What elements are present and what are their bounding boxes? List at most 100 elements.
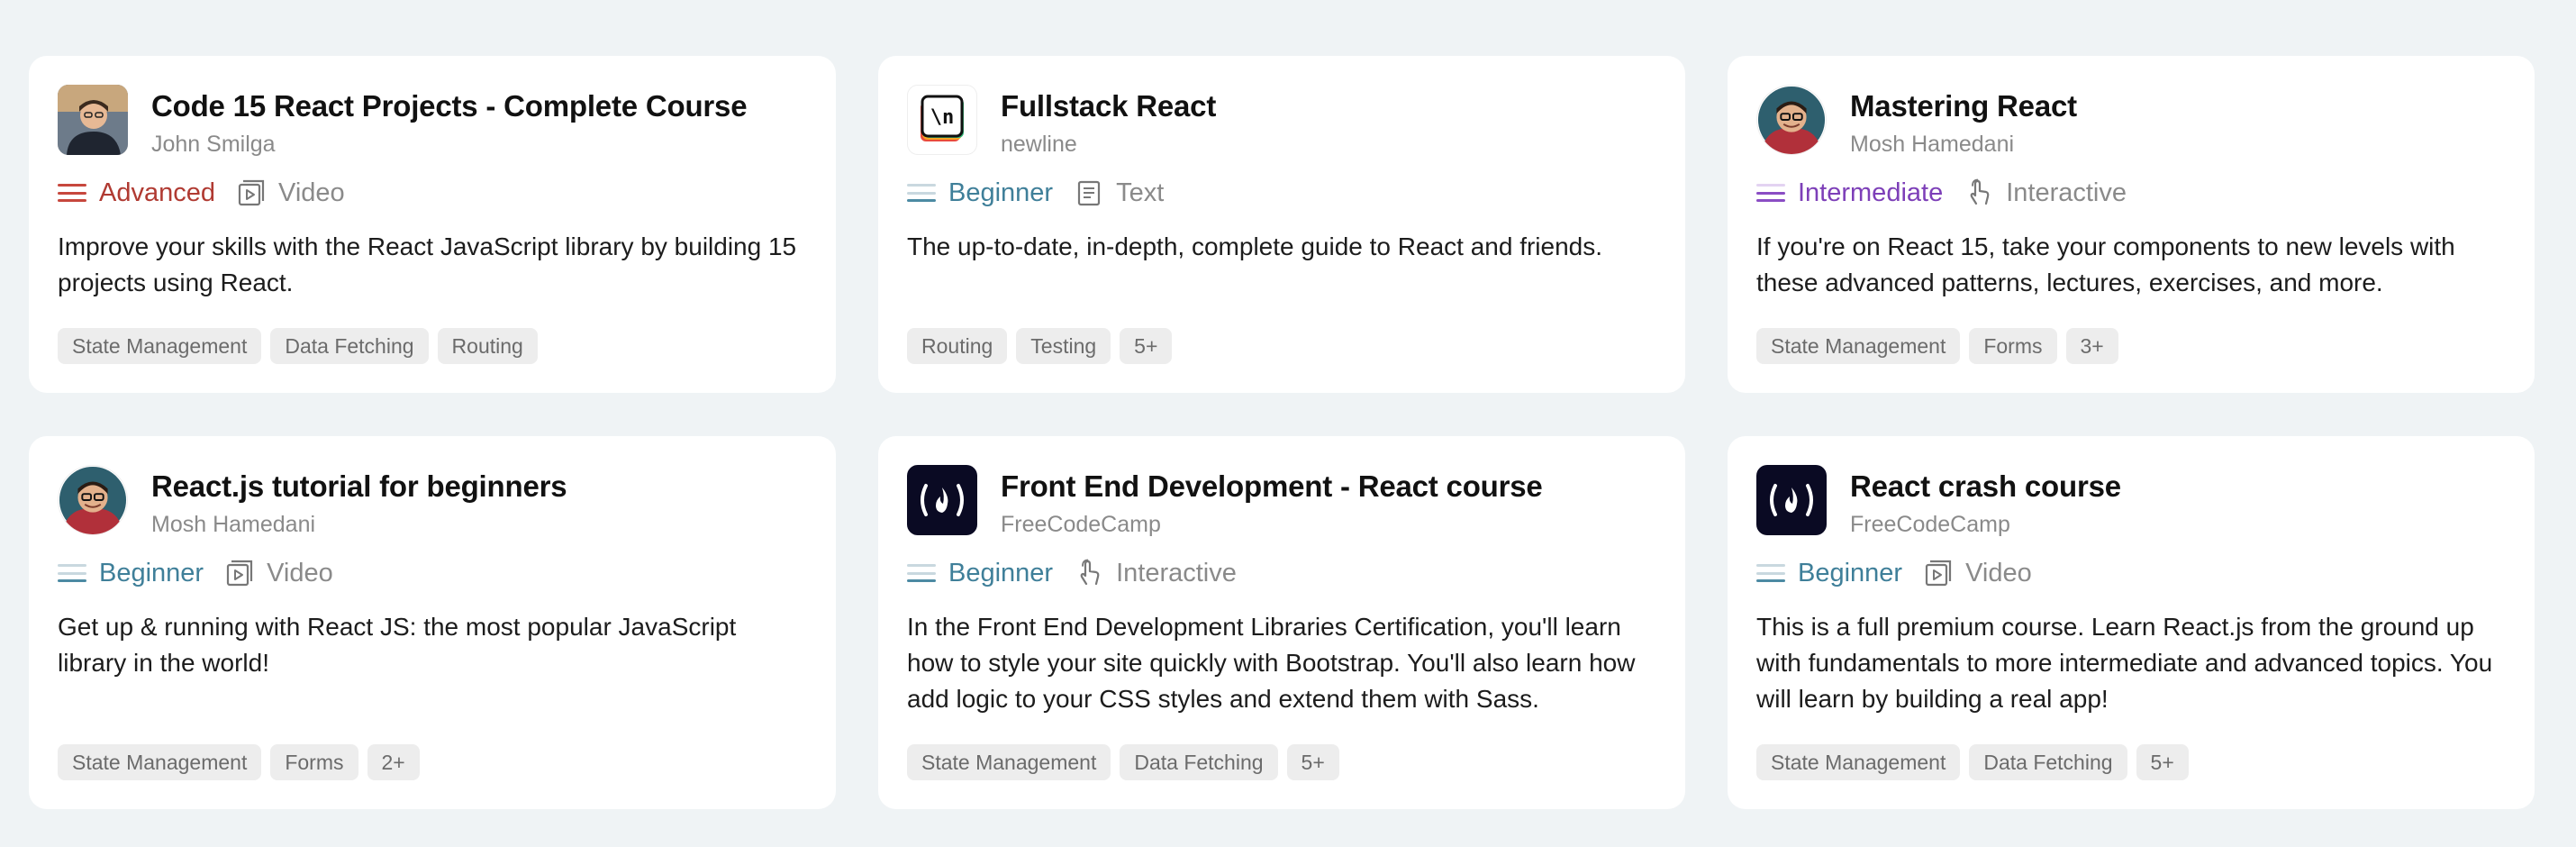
course-card[interactable]: Mastering React Mosh Hamedani Intermedia… <box>1728 56 2535 393</box>
level-badge: Intermediate <box>1756 178 1943 208</box>
card-header: Front End Development - React course Fre… <box>907 465 1656 541</box>
level-bars-icon <box>907 184 936 202</box>
level-badge: Beginner <box>1756 559 1902 588</box>
tag[interactable]: Data Fetching <box>270 328 429 364</box>
person-avatar-icon <box>1757 86 1826 154</box>
tag[interactable]: Forms <box>270 744 358 780</box>
course-description: The up-to-date, in-depth, complete guide… <box>907 232 1603 260</box>
video-icon <box>1925 560 1952 587</box>
author-avatar <box>58 465 128 535</box>
format-label: Interactive <box>1116 558 1237 587</box>
course-card[interactable]: Code 15 React Projects - Complete Course… <box>29 56 836 393</box>
freecodecamp-logo <box>907 465 977 535</box>
person-avatar-icon <box>59 466 127 534</box>
tag-list: Routing Testing 5+ <box>907 328 1656 364</box>
level-label: Intermediate <box>1798 178 1944 207</box>
course-title[interactable]: React crash course <box>1850 467 2121 506</box>
tag-more[interactable]: 5+ <box>1120 328 1173 364</box>
format-badge: Interactive <box>1964 178 2127 208</box>
course-description: Get up & running with React JS: the most… <box>58 613 737 677</box>
course-title[interactable]: Mastering React <box>1850 87 2077 126</box>
pointer-hand-icon <box>1080 559 1100 586</box>
tag[interactable]: State Management <box>907 744 1111 780</box>
course-card[interactable]: Front End Development - React course Fre… <box>878 436 1685 809</box>
author-avatar <box>1756 85 1827 155</box>
course-card[interactable]: React crash course FreeCodeCamp Beginner… <box>1728 436 2535 809</box>
author-avatar <box>58 85 128 155</box>
newline-logo-icon: \n <box>921 95 964 141</box>
tag[interactable]: Data Fetching <box>1969 744 2127 780</box>
tag[interactable]: Routing <box>437 328 538 364</box>
level-bars-icon <box>58 564 86 582</box>
level-label: Beginner <box>1798 558 1903 587</box>
tag-more[interactable]: 5+ <box>2136 744 2189 780</box>
level-bars-icon <box>58 184 86 202</box>
course-meta: Beginner Video <box>1756 555 2506 591</box>
tag-more[interactable]: 2+ <box>367 744 420 780</box>
course-card[interactable]: React.js tutorial for beginners Mosh Ham… <box>29 436 836 809</box>
card-header: Code 15 React Projects - Complete Course… <box>58 85 807 160</box>
format-label: Video <box>267 558 333 587</box>
video-icon <box>226 560 253 587</box>
tag[interactable]: State Management <box>58 328 262 364</box>
format-label: Text <box>1116 178 1165 207</box>
course-title[interactable]: React.js tutorial for beginners <box>151 467 567 506</box>
card-header: Mastering React Mosh Hamedani <box>1756 85 2506 160</box>
format-label: Interactive <box>2006 178 2127 207</box>
level-label: Beginner <box>99 558 204 587</box>
format-badge: Video <box>225 559 333 588</box>
format-badge: Interactive <box>1075 559 1237 588</box>
tag-list: State Management Data Fetching 5+ <box>907 744 1656 780</box>
format-label: Video <box>1965 558 2032 587</box>
course-description: This is a full premium course. Learn Rea… <box>1756 613 2493 713</box>
tag[interactable]: Routing <box>907 328 1008 364</box>
level-label: Advanced <box>99 178 215 207</box>
tag[interactable]: Testing <box>1016 328 1111 364</box>
level-bars-icon <box>1756 184 1785 202</box>
tag[interactable]: Forms <box>1969 328 2057 364</box>
person-avatar-icon <box>58 85 128 155</box>
level-bars-icon <box>1756 564 1785 582</box>
format-badge: Video <box>1924 559 2032 588</box>
svg-text:\n: \n <box>930 106 955 129</box>
tag-list: State Management Forms 2+ <box>58 744 807 780</box>
level-bars-icon <box>907 564 936 582</box>
document-icon <box>1077 180 1101 206</box>
level-badge: Advanced <box>58 178 215 208</box>
video-icon <box>238 179 265 206</box>
tag-list: State Management Forms 3+ <box>1756 328 2506 364</box>
freecodecamp-logo <box>1756 465 1827 535</box>
card-header: \n Fullstack React newline <box>907 85 1656 160</box>
tag-list: State Management Data Fetching 5+ <box>1756 744 2506 780</box>
format-label: Video <box>278 178 345 207</box>
course-title[interactable]: Fullstack React <box>1001 87 1216 126</box>
course-author: newline <box>1001 132 1077 157</box>
pointer-hand-icon <box>1970 178 1990 205</box>
level-badge: Beginner <box>58 559 204 588</box>
course-title[interactable]: Front End Development - React course <box>1001 467 1543 506</box>
course-author: FreeCodeCamp <box>1850 512 2010 537</box>
tag[interactable]: Data Fetching <box>1120 744 1278 780</box>
course-grid: Code 15 React Projects - Complete Course… <box>29 56 2535 809</box>
course-author: Mosh Hamedani <box>151 512 316 537</box>
tag-more[interactable]: 3+ <box>2065 328 2118 364</box>
course-meta: Beginner Video <box>58 555 807 591</box>
course-title[interactable]: Code 15 React Projects - Complete Course <box>151 87 748 126</box>
course-description: Improve your skills with the React JavaS… <box>58 232 797 296</box>
course-description: If you're on React 15, take your compone… <box>1756 232 2455 296</box>
course-description: In the Front End Development Libraries C… <box>907 613 1636 713</box>
level-badge: Beginner <box>907 559 1053 588</box>
format-badge: Text <box>1075 178 1164 208</box>
freecodecamp-logo-icon <box>921 484 964 516</box>
level-label: Beginner <box>948 558 1054 587</box>
level-label: Beginner <box>948 178 1054 207</box>
course-card[interactable]: \n Fullstack React newline Beginner Text… <box>878 56 1685 393</box>
tag[interactable]: State Management <box>58 744 262 780</box>
tag[interactable]: State Management <box>1756 328 1961 364</box>
tag[interactable]: State Management <box>1756 744 1961 780</box>
tag-more[interactable]: 5+ <box>1286 744 1339 780</box>
freecodecamp-logo-icon <box>1770 484 1813 516</box>
format-badge: Video <box>237 178 345 208</box>
course-meta: Advanced Video <box>58 175 807 211</box>
course-meta: Beginner Interactive <box>907 555 1656 591</box>
